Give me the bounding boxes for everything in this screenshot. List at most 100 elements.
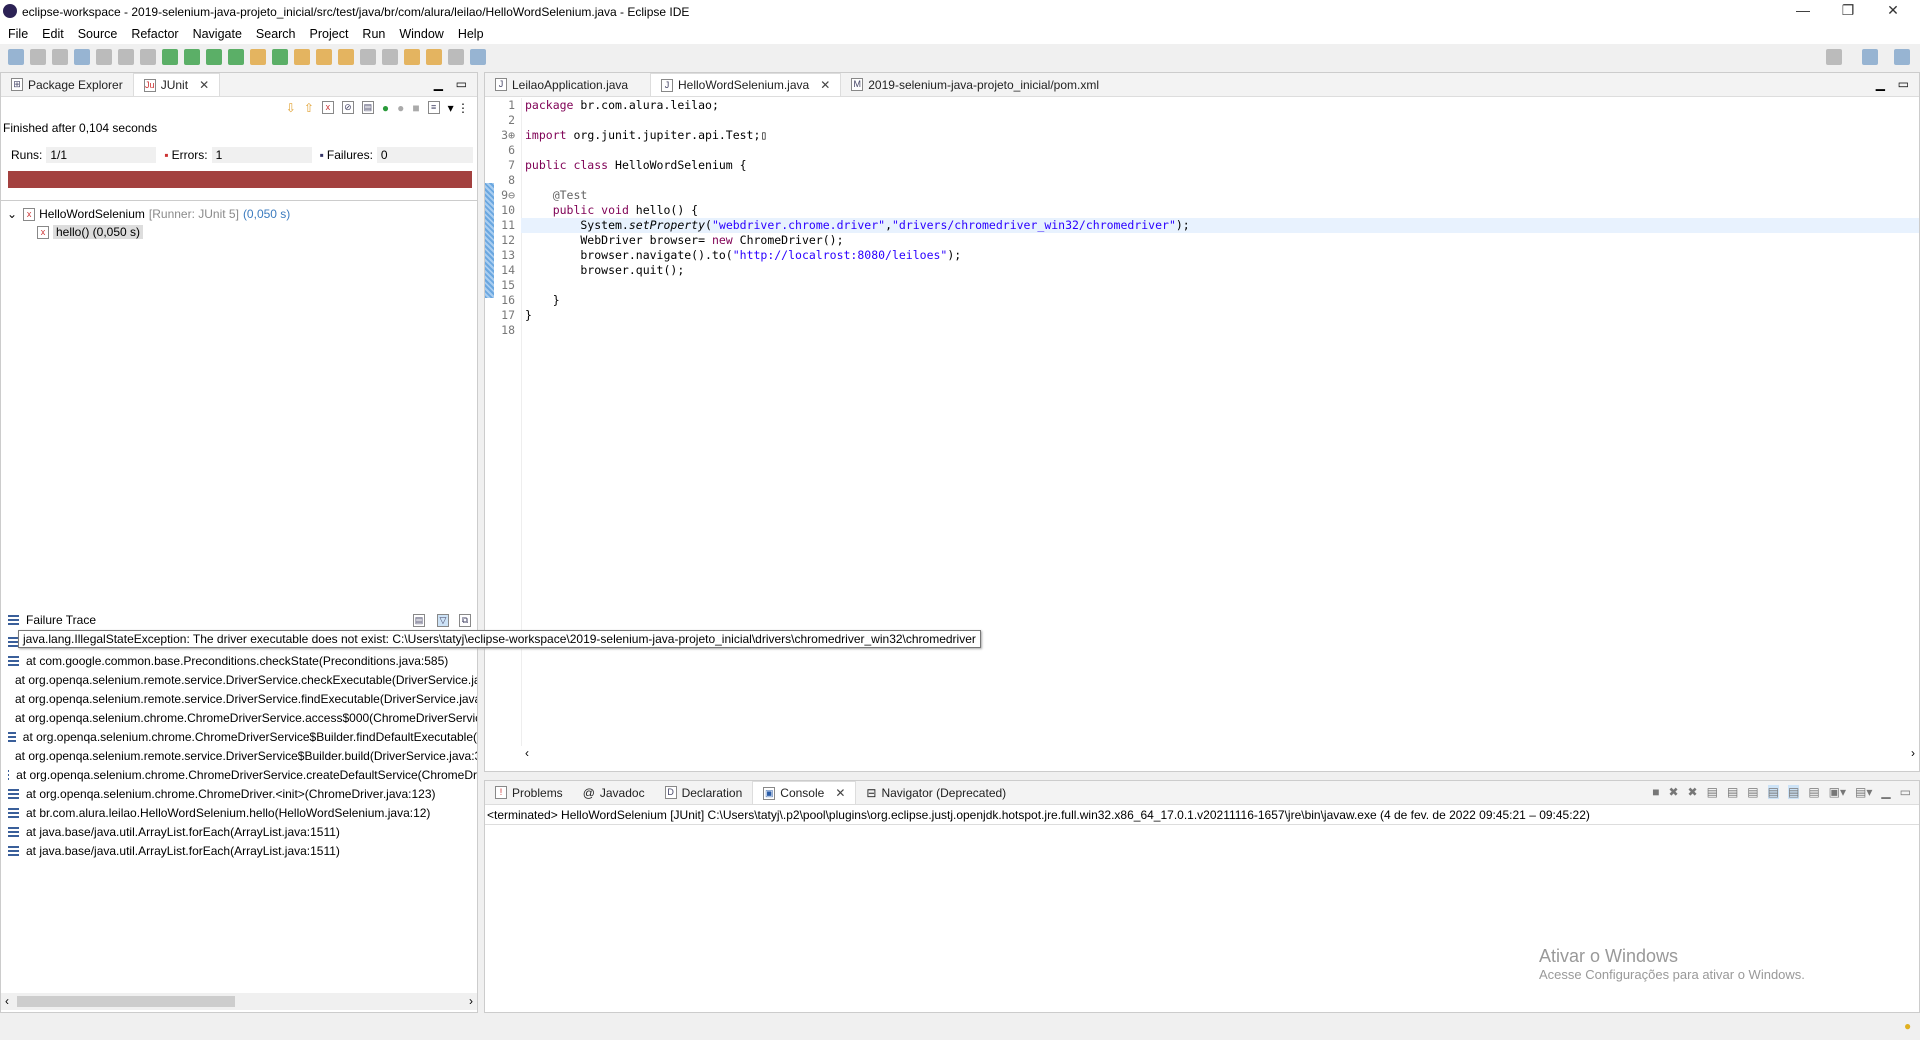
remove-all-icon[interactable]: ✖ [1688, 785, 1698, 799]
code-line[interactable]: 2 [485, 113, 1919, 128]
trace-line[interactable]: at org.openqa.selenium.chrome.ChromeDriv… [1, 727, 477, 746]
scroll-lock-icon[interactable]: ▤ [1727, 785, 1738, 799]
previous-failure-icon[interactable]: ⇧ [304, 101, 314, 115]
show-stderr-icon[interactable]: ▤ [1787, 785, 1800, 799]
debug-icon[interactable] [162, 49, 178, 65]
code-line[interactable]: 18 [485, 323, 1919, 338]
scrollbar-thumb[interactable] [17, 996, 235, 1007]
view-menu-icon[interactable]: ▾ ⋮ [448, 101, 469, 115]
tab-declaration[interactable]: D Declaration [655, 781, 753, 804]
trace-line[interactable]: at java.base/java.util.ArrayList.forEach… [1, 822, 477, 841]
menu-search[interactable]: Search [256, 27, 296, 41]
menu-project[interactable]: Project [310, 27, 349, 41]
menu-window[interactable]: Window [399, 27, 443, 41]
code-text[interactable] [521, 278, 1919, 293]
trace-line[interactable]: at org.openqa.selenium.remote.service.Dr… [1, 670, 477, 689]
code-text[interactable]: public class HelloWordSelenium { [521, 158, 1919, 173]
word-wrap-icon[interactable]: ▤ [1747, 785, 1758, 799]
open-console-icon[interactable]: ▤▾ [1855, 785, 1872, 799]
code-line[interactable]: 3⊕ import org.junit.jupiter.api.Test;▯ [485, 128, 1919, 143]
back-icon[interactable] [426, 49, 442, 65]
trace-line[interactable]: at org.openqa.selenium.chrome.ChromeDriv… [1, 765, 477, 784]
horizontal-scrollbar[interactable]: ‹ › [1, 993, 477, 1010]
menu-help[interactable]: Help [458, 27, 484, 41]
new-icon[interactable] [8, 49, 24, 65]
scroll-right-icon[interactable]: › [469, 994, 473, 1008]
next-failure-icon[interactable]: ⇩ [286, 101, 296, 115]
forward-icon[interactable] [448, 49, 464, 65]
trace-line[interactable]: at org.openqa.selenium.chrome.ChromeDriv… [1, 708, 477, 727]
code-line[interactable]: 9⊖ @Test [485, 188, 1919, 203]
last-edit-icon[interactable] [404, 49, 420, 65]
next-annotation-icon[interactable] [360, 49, 376, 65]
code-text[interactable] [521, 173, 1919, 188]
trace-line[interactable]: at java.base/java.util.ArrayList.forEach… [1, 841, 477, 860]
tree-item-test[interactable]: x hello() (0,050 s) [1, 223, 477, 241]
code-text[interactable] [521, 143, 1919, 158]
menu-edit[interactable]: Edit [42, 27, 64, 41]
code-text[interactable] [521, 113, 1919, 128]
rerun-icon[interactable]: ● [382, 101, 389, 115]
annotation-icon[interactable] [338, 49, 354, 65]
code-line[interactable]: 12 WebDriver browser= new ChromeDriver()… [485, 233, 1919, 248]
minimize-icon[interactable]: ▁ [1876, 77, 1885, 91]
code-line[interactable]: 15 [485, 278, 1919, 293]
prev-annotation-icon[interactable] [382, 49, 398, 65]
code-line[interactable]: 1 package br.com.alura.leilao; [485, 98, 1919, 113]
coverage-icon[interactable] [206, 49, 222, 65]
new-class-icon[interactable] [272, 49, 288, 65]
pencil-icon[interactable] [140, 49, 156, 65]
pin-console-icon[interactable]: ▤ [1808, 785, 1819, 799]
code-line[interactable]: 6 [485, 143, 1919, 158]
tab-problems[interactable]: ! Problems [485, 781, 573, 804]
code-line[interactable]: 17} [485, 308, 1919, 323]
code-text[interactable] [521, 323, 1919, 338]
trace-line[interactable]: at org.openqa.selenium.chrome.ChromeDriv… [1, 784, 477, 803]
terminal-icon[interactable] [74, 49, 90, 65]
code-text[interactable]: browser.navigate().to("http://localrost:… [521, 248, 1919, 263]
code-area[interactable]: 1 package br.com.alura.leilao; 2 3⊕ import o… [485, 98, 1919, 338]
maximize-icon[interactable]: ▭ [1900, 785, 1911, 799]
terminate-icon[interactable]: ■ [1652, 785, 1659, 799]
search-global-icon[interactable] [1826, 49, 1842, 65]
filter-icon[interactable]: ▽ [437, 614, 449, 627]
scroll-lock-icon[interactable]: ⊘ [341, 101, 354, 114]
trace-line[interactable]: at org.openqa.selenium.remote.service.Dr… [1, 689, 477, 708]
code-text[interactable]: } [521, 308, 1919, 323]
show-failures-only-icon[interactable]: x [321, 101, 334, 114]
code-text[interactable]: package br.com.alura.leilao; [521, 98, 1919, 113]
open-folder-icon[interactable] [316, 49, 332, 65]
editor-horizontal-scrollbar[interactable]: ‹ › [521, 746, 1919, 763]
layout-icon[interactable]: ▤ [361, 101, 374, 114]
copy-trace-icon[interactable]: ⧉ [459, 614, 471, 627]
pin-icon[interactable] [118, 49, 134, 65]
minimize-button[interactable]: — [1788, 2, 1818, 18]
code-text[interactable]: browser.quit(); [521, 263, 1919, 278]
open-perspective-icon[interactable] [1862, 49, 1878, 65]
close-icon[interactable]: ✕ [835, 786, 845, 800]
tree-item-suite[interactable]: ⌄ x HelloWordSelenium [Runner: JUnit 5] … [1, 205, 477, 223]
java-perspective-icon[interactable] [1894, 49, 1910, 65]
save-all-icon[interactable] [52, 49, 68, 65]
new-package-icon[interactable] [250, 49, 266, 65]
rerun-failed-icon[interactable]: ● [397, 101, 404, 115]
tab-junit[interactable]: Ju JUnit ✕ [132, 73, 221, 96]
show-stdout-icon[interactable]: ▤ [1767, 785, 1779, 799]
code-text[interactable]: } [521, 293, 1919, 308]
close-window-button[interactable]: ✕ [1878, 2, 1908, 19]
code-line[interactable]: 14 browser.quit(); [485, 263, 1919, 278]
chevron-down-icon[interactable]: ⌄ [7, 207, 17, 221]
minimize-icon[interactable]: ▁ [1881, 785, 1890, 799]
scroll-left-icon[interactable]: ‹ [525, 746, 529, 760]
maximize-button[interactable]: ❐ [1833, 2, 1863, 19]
tab-leilao-application[interactable]: J LeilaoApplication.java [485, 73, 650, 96]
menu-run[interactable]: Run [362, 27, 385, 41]
code-text[interactable]: public void hello() { [521, 203, 1919, 218]
save-icon[interactable] [30, 49, 46, 65]
tab-pom-xml[interactable]: M 2019-selenium-java-projeto_inicial/pom.… [841, 73, 1109, 96]
menu-source[interactable]: Source [78, 27, 118, 41]
code-line[interactable]: 8 [485, 173, 1919, 188]
lightbulb-icon[interactable]: ● [1904, 1019, 1911, 1033]
tab-package-explorer[interactable]: ⊞ Package Explorer [1, 73, 133, 96]
stop-icon[interactable]: ■ [412, 101, 419, 115]
